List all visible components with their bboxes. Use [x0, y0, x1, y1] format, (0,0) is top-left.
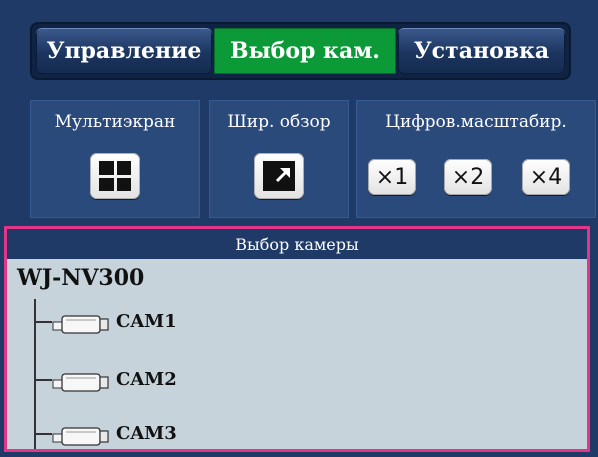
- control-panel: Управление Выбор кам. Установка Мультиэк…: [0, 0, 598, 457]
- camera-label: CAM1: [116, 311, 177, 332]
- camera-label: CAM2: [116, 369, 177, 390]
- camera-item[interactable]: CAM1: [34, 307, 334, 337]
- camera-label: CAM3: [116, 423, 177, 444]
- multiscreen-button[interactable]: [90, 153, 140, 199]
- wideview-button[interactable]: [254, 153, 304, 199]
- digital-zoom-title: Цифров.масштабир.: [385, 112, 567, 132]
- zoom-x2-button[interactable]: ×2: [444, 159, 492, 195]
- camera-tree: WJ-NV300 CAM1 CAM2 CAM3: [7, 259, 587, 449]
- camera-item[interactable]: CAM3: [34, 419, 334, 449]
- tab-control[interactable]: Управление: [36, 28, 212, 74]
- device-node[interactable]: WJ-NV300: [17, 265, 144, 291]
- zoom-x1-button[interactable]: ×1: [368, 159, 416, 195]
- multiscreen-title: Мультиэкран: [54, 112, 176, 132]
- quad-screen-icon: [99, 161, 131, 191]
- tab-setup[interactable]: Установка: [398, 28, 565, 74]
- camera-icon: [52, 373, 109, 392]
- wideview-title: Шир. обзор: [227, 112, 331, 132]
- wideview-box: Шир. обзор: [209, 100, 349, 218]
- tab-camera-select[interactable]: Выбор кам.: [214, 28, 396, 74]
- digital-zoom-box: Цифров.масштабир. ×1 ×2 ×4: [356, 100, 596, 218]
- camera-icon: [52, 315, 109, 334]
- camera-select-header: Выбор камеры: [7, 229, 587, 259]
- camera-select-section: Выбор камеры WJ-NV300 CAM1 CAM2 CAM3: [4, 226, 590, 452]
- camera-item[interactable]: CAM2: [34, 365, 334, 395]
- main-tab-bar: Управление Выбор кам. Установка: [30, 22, 571, 80]
- expand-arrow-icon: [263, 161, 295, 191]
- zoom-x4-button[interactable]: ×4: [522, 159, 570, 195]
- multiscreen-box: Мультиэкран: [30, 100, 200, 218]
- camera-icon: [52, 427, 109, 446]
